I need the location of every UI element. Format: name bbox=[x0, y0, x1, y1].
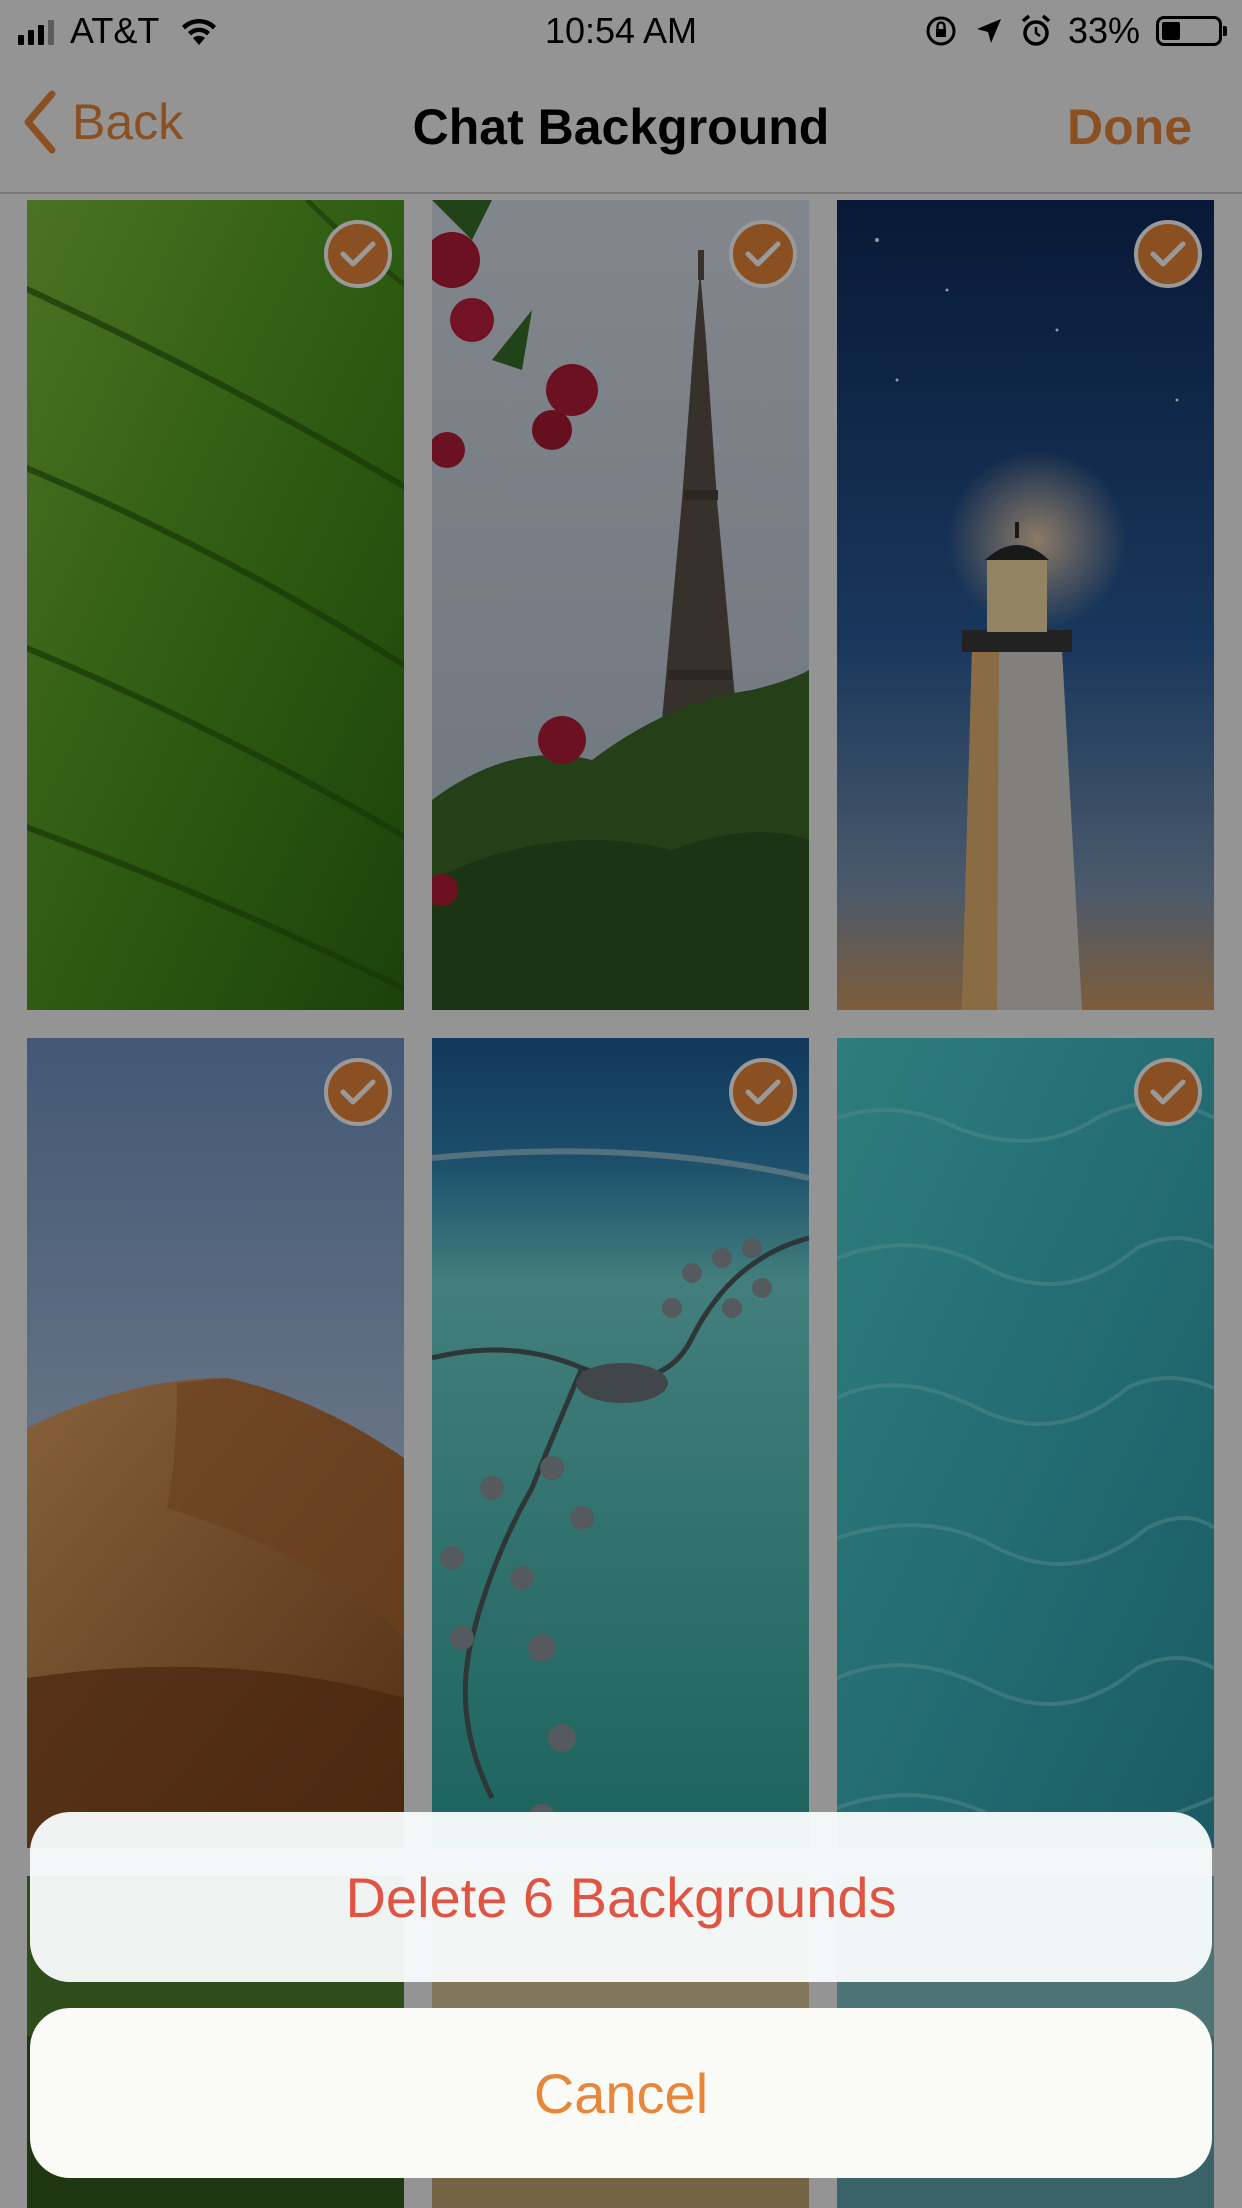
chat-background-screen: AT&T 10:54 AM 33% Back Chat Background D… bbox=[0, 0, 1242, 2208]
cancel-button[interactable]: Cancel bbox=[30, 2008, 1212, 2178]
delete-backgrounds-button[interactable]: Delete 6 Backgrounds bbox=[30, 1812, 1212, 1982]
